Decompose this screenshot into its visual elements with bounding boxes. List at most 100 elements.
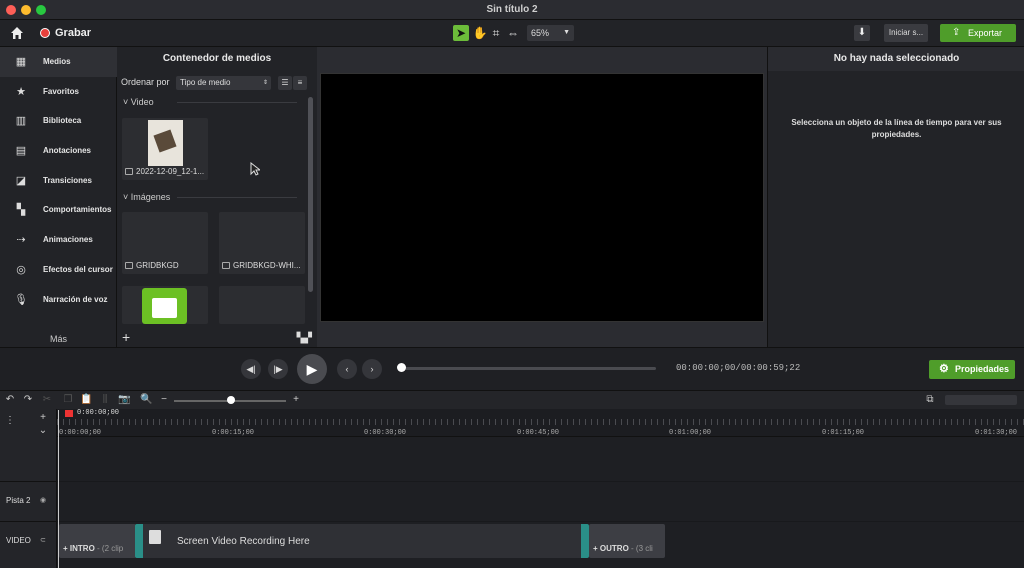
transition-icon: ◪ [15, 175, 27, 187]
ruler-label: 0:00:45;00 [517, 429, 560, 437]
export-label: Exportar [968, 28, 1003, 38]
zoom-select[interactable]: 65% ▼ [527, 25, 574, 41]
download-button[interactable]: ⬇ [854, 25, 870, 41]
split-icon[interactable]: ⫼ [99, 394, 111, 406]
intro-sub: - (2 clip [97, 544, 124, 553]
select-tool-icon[interactable]: ➤ [453, 25, 469, 41]
main-toolbar: Grabar ➤ ✋ ⌗ ⇔ 65% ▼ ⬇ Iniciar s... ⇪ Ex… [0, 20, 1024, 47]
undo-icon[interactable]: ↶ [4, 394, 16, 406]
media-item-label: 2022-12-09_12-1... [136, 167, 205, 176]
sidebar-item-medios[interactable]: ▦ Medios [0, 47, 117, 77]
zoom-in-icon[interactable]: + [290, 394, 302, 406]
clip-main-label: Screen Video Recording Here [177, 536, 310, 547]
list-view-icon[interactable]: ☰ [278, 76, 292, 90]
ruler-label: 0:01:15;00 [822, 429, 865, 437]
timeline-search-field[interactable] [945, 395, 1017, 405]
ruler-label: 0:01:30;00 [975, 429, 1018, 437]
placeholder-icon [149, 530, 161, 544]
ruler-label: 0:00:15;00 [212, 429, 255, 437]
zoom-search-icon[interactable]: 🔍 [140, 394, 152, 406]
track-header-pista-2[interactable]: Pista 2 ◉ [0, 481, 57, 521]
play-icon: ▶ [306, 361, 318, 377]
sidebar-item-biblioteca[interactable]: ▥ Biblioteca [0, 106, 117, 136]
eye-icon[interactable]: ◉ [40, 496, 46, 504]
sort-order-icon[interactable]: ≡ [293, 76, 307, 90]
playhead-timecode: 0:00:00;00 [77, 409, 120, 417]
properties-button[interactable]: ⚙ Propiedades [929, 360, 1015, 379]
star-icon: ★ [16, 86, 26, 98]
next-clip-icon[interactable]: › [362, 359, 382, 379]
outro-sub: - (3 cli [631, 544, 653, 553]
sidebar-item-animaciones[interactable]: ⇢ Animaciones [0, 225, 117, 255]
timeline-zoom-handle[interactable] [227, 396, 235, 404]
chevron-down-icon: ▼ [563, 29, 570, 36]
sidebar-item-label: Transiciones [43, 176, 92, 185]
cut-icon[interactable]: ✂ [41, 394, 53, 406]
clip-intro[interactable]: + INTRO - (2 clip [59, 524, 136, 558]
clip-outro[interactable]: + OUTRO - (3 cli [589, 524, 665, 558]
chevron-down-icon[interactable]: ⌄ [37, 425, 49, 437]
add-track-icon[interactable]: + [37, 412, 49, 424]
snapshot-icon[interactable]: 📷 [118, 394, 130, 406]
thumbnail-content [153, 129, 177, 153]
add-media-icon[interactable]: + [122, 329, 130, 345]
grid-view-icon[interactable]: ▚▞ [297, 333, 312, 344]
fit-tool-icon[interactable]: ⇔ [505, 25, 521, 41]
media-scrollbar[interactable] [308, 97, 313, 292]
link-icon[interactable]: ⊂ [40, 536, 46, 544]
play-button[interactable]: ▶ [297, 354, 327, 384]
timeline-ruler[interactable]: 0:00:00;00 0:00:00;00 0:00:15;00 0:00:30… [57, 409, 1024, 437]
paste-icon[interactable]: 📋 [80, 394, 92, 406]
sidebar-item-favoritos[interactable]: ★ Favoritos [0, 77, 117, 107]
playhead-marker-icon[interactable] [65, 410, 73, 417]
ruler-ticks [57, 419, 1024, 425]
playhead-line[interactable] [58, 410, 59, 568]
sort-select[interactable]: Tipo de medio ⇕ [176, 76, 271, 90]
sidebar-item-label: Medios [43, 57, 71, 66]
step-back-icon[interactable]: ◀| [241, 359, 261, 379]
record-icon[interactable] [40, 28, 50, 38]
media-item-image[interactable]: GRIDBKGD [122, 212, 208, 274]
image-icon [125, 262, 133, 269]
scrub-bar[interactable] [402, 367, 656, 370]
track-header-video[interactable]: VIDEO ⊂ [0, 521, 57, 561]
detach-timeline-icon[interactable]: ⧉ [924, 394, 936, 406]
media-item-image[interactable] [122, 286, 208, 324]
video-section-header[interactable]: ˅ Video [123, 97, 154, 107]
zoom-out-icon[interactable]: − [158, 394, 170, 406]
clip-screen-recording[interactable]: Screen Video Recording Here [135, 524, 589, 558]
chevron-updown-icon: ⇕ [262, 80, 268, 86]
step-forward-icon[interactable]: |▶ [268, 359, 288, 379]
export-button[interactable]: ⇪ Exportar [940, 24, 1016, 42]
track-lane-video[interactable]: + INTRO - (2 clip Screen Video Recording… [57, 521, 1024, 561]
track-lane-pista-2[interactable] [57, 481, 1024, 521]
track-options-icon[interactable]: ⋮ [4, 415, 16, 427]
previous-clip-icon[interactable]: ‹ [337, 359, 357, 379]
intro-label: INTRO [69, 544, 95, 553]
media-item-video[interactable]: 2022-12-09_12-1... [122, 118, 208, 180]
images-section-header[interactable]: ˅ Imágenes [123, 192, 170, 202]
media-bin-panel: Contenedor de medios Ordenar por Tipo de… [117, 47, 317, 347]
more-button[interactable]: Más [0, 334, 117, 344]
sidebar-item-label: Favoritos [43, 87, 80, 96]
copy-icon[interactable]: ❐ [62, 394, 74, 406]
record-button[interactable]: Grabar [55, 27, 91, 39]
download-icon: ⬇ [857, 27, 867, 38]
media-item-image[interactable]: GRIDBKGD-WHI... [219, 212, 305, 274]
home-icon[interactable] [9, 25, 25, 41]
sign-in-button[interactable]: Iniciar s... [884, 24, 928, 42]
pan-tool-icon[interactable]: ✋ [472, 25, 488, 41]
sidebar-item-label: Biblioteca [43, 116, 82, 125]
sidebar-item-efectos-cursor[interactable]: ◎ Efectos del cursor [0, 255, 117, 285]
preview-canvas[interactable] [320, 73, 764, 322]
video-icon [125, 168, 133, 175]
redo-icon[interactable]: ↷ [22, 394, 34, 406]
sidebar-item-narracion-voz[interactable]: 🎙 Narración de voz [0, 285, 117, 315]
sidebar-item-transiciones[interactable]: ◪ Transiciones [0, 166, 117, 196]
timecode-total: 00:00:59;22 [740, 363, 801, 373]
scrub-handle[interactable] [397, 363, 406, 372]
media-item-image[interactable] [219, 286, 305, 324]
crop-tool-icon[interactable]: ⌗ [488, 25, 504, 41]
sidebar-item-anotaciones[interactable]: ▤ Anotaciones [0, 136, 117, 166]
sidebar-item-comportamientos[interactable]: ▚ Comportamientos [0, 195, 117, 225]
